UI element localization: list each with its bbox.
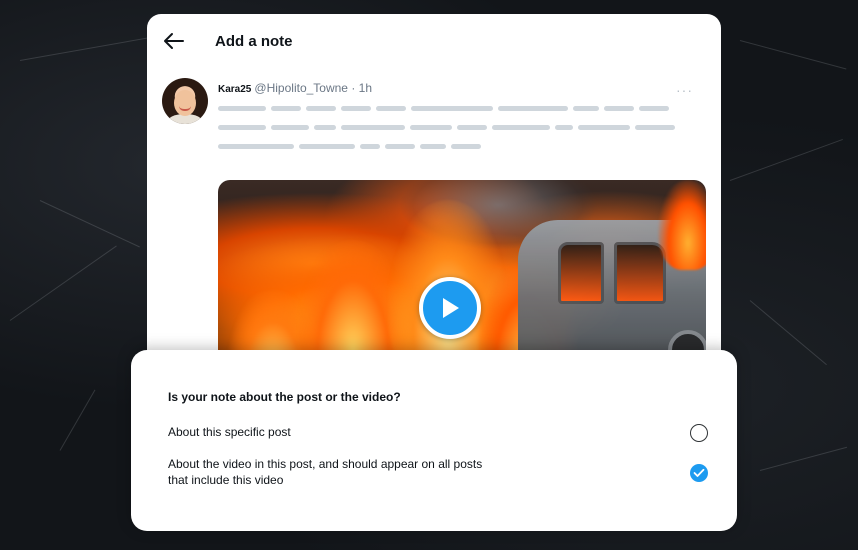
radio-checked[interactable] [690,464,708,482]
background-scratch [19,35,158,61]
post[interactable]: Kara25 @Hipolito_Towne · 1h ··· [161,76,707,394]
play-icon [443,298,459,318]
card-header: Add a note [147,14,721,70]
ellipsis-icon[interactable]: ··· [676,82,693,98]
option-specific-post-label: About this specific post [168,425,291,439]
post-text-placeholder [218,144,481,149]
arrow-left-icon[interactable] [163,32,185,50]
avatar[interactable] [162,78,208,124]
author-handle: @Hipolito_Towne · 1h [254,81,372,95]
radio-unchecked[interactable] [690,424,708,442]
play-button[interactable] [419,277,481,339]
checkmark-icon [693,468,705,477]
background-scratch [39,200,140,248]
note-type-sheet: Is your note about the post or the video… [131,350,737,531]
background-scratch [759,446,848,471]
note-type-question: Is your note about the post or the video… [168,390,401,404]
background-scratch [729,138,843,181]
background-scratch [59,389,96,451]
add-note-card: Add a note Kara25 @Hipolito_Towne · 1h ·… [147,14,721,394]
background-scratch [749,300,827,366]
page-title: Add a note [215,33,293,50]
post-text-placeholder [218,125,675,130]
option-video[interactable]: About the video in this post, and should… [168,456,708,492]
option-video-label: About the video in this post, and should… [168,457,483,487]
background-scratch [9,245,117,321]
option-specific-post[interactable]: About this specific post [168,424,708,444]
author-name[interactable]: Kara25 [218,84,251,95]
post-text-placeholder [218,106,669,111]
post-author-line: Kara25 @Hipolito_Towne · 1h [218,81,372,95]
background-scratch [739,40,847,70]
